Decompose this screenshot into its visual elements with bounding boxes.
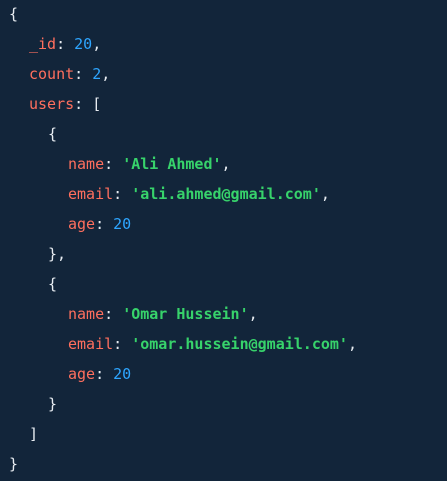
line-array-close: ] (29, 423, 38, 445)
user-1-age-key: age (68, 365, 96, 383)
user-1-email-value: 'omar.hussein@gmail.com' (131, 335, 348, 353)
count-key: count (29, 65, 75, 83)
line-close-brace: } (9, 453, 18, 475)
array-open: [ (92, 95, 102, 113)
user-0-age-value: 20 (113, 215, 132, 233)
line-users: users: [ (29, 95, 102, 113)
user-0-name-key: name (68, 155, 105, 173)
line-user-1-email: email: 'omar.hussein@gmail.com', (68, 335, 357, 353)
line-count: count: 2, (29, 65, 111, 83)
line-user-0-close: }, (48, 245, 67, 263)
count-value: 2 (92, 65, 102, 83)
line-user-0-open: { (48, 123, 57, 145)
user-0-name-value: 'Ali Ahmed' (122, 155, 222, 173)
user-1-open-brace: { (48, 275, 58, 293)
user-0-age-key: age (68, 215, 96, 233)
code-viewer: { _id: 20, count: 2, users: [ { name: 'A… (0, 0, 447, 481)
user-0-email-value: 'ali.ahmed@gmail.com' (131, 185, 321, 203)
id-key: _id (29, 35, 57, 53)
array-close: ] (29, 425, 39, 443)
user-0-open-brace: { (48, 125, 58, 143)
line-user-1-close: } (48, 393, 57, 415)
close-brace: } (9, 455, 19, 473)
user-1-name-value: 'Omar Hussein' (122, 305, 249, 323)
user-0-email-key: email (68, 185, 114, 203)
line-open-brace: { (9, 3, 18, 25)
user-1-name-key: name (68, 305, 105, 323)
users-key: users (29, 95, 75, 113)
line-user-0-age: age: 20 (68, 215, 132, 233)
open-brace: { (9, 5, 19, 23)
user-1-age-value: 20 (113, 365, 132, 383)
user-1-email-key: email (68, 335, 114, 353)
line-user-0-email: email: 'ali.ahmed@gmail.com', (68, 185, 330, 203)
line-id: _id: 20, (29, 35, 102, 53)
line-user-0-name: name: 'Ali Ahmed', (68, 155, 231, 173)
user-1-close-brace: } (48, 395, 58, 413)
id-value: 20 (74, 35, 93, 53)
line-user-1-age: age: 20 (68, 365, 132, 383)
user-0-close-brace: } (48, 245, 58, 263)
line-user-1-name: name: 'Omar Hussein', (68, 305, 258, 323)
line-user-1-open: { (48, 273, 57, 295)
